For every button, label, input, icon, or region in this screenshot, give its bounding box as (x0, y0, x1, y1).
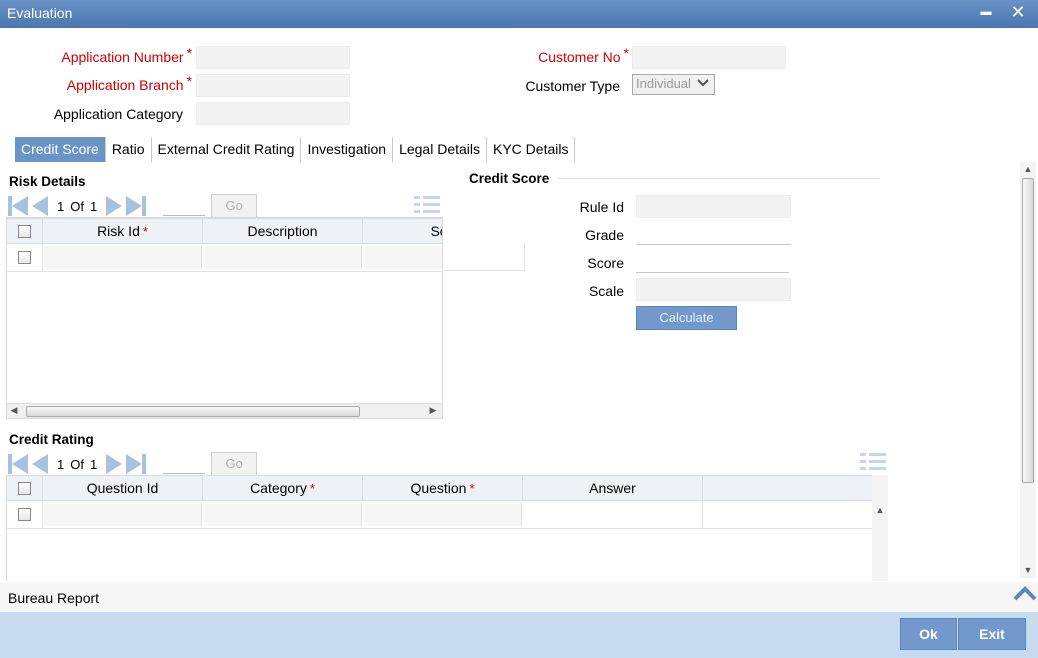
minimize-icon[interactable]: ▬ (976, 2, 996, 24)
risk-details-grid: Risk Id* Description Sco ◀ ▶ (6, 217, 443, 419)
credit-rating-title: Credit Rating (9, 432, 94, 447)
previous-page-icon[interactable] (29, 453, 51, 475)
tab-kyc-details[interactable]: KYC Details (487, 137, 576, 162)
credit-score-title: Credit Score (469, 171, 550, 186)
rule-id-label: Rule Id (579, 199, 624, 215)
section-divider (558, 178, 880, 179)
chevron-down-icon (694, 75, 712, 93)
rule-id-field[interactable] (636, 195, 791, 218)
table-row (7, 501, 872, 529)
tab-investigation[interactable]: Investigation (301, 137, 394, 162)
page-current: 1 (57, 456, 65, 472)
first-page-icon[interactable] (7, 453, 29, 475)
column-category: Category * (203, 476, 363, 500)
question-id-cell[interactable] (44, 503, 202, 526)
page-of: Of (70, 198, 84, 214)
exit-button[interactable]: Exit (958, 618, 1026, 650)
scroll-down-icon[interactable]: ▼ (1021, 565, 1035, 575)
answer-cell[interactable] (523, 501, 703, 528)
risk-details-title: Risk Details (9, 174, 86, 189)
close-icon[interactable]: ✕ (1008, 2, 1028, 24)
ok-button[interactable]: Ok (900, 618, 957, 650)
last-page-icon[interactable] (125, 195, 147, 217)
page-current: 1 (57, 198, 65, 214)
application-number-label: Application Number * (61, 45, 192, 65)
bureau-report-label[interactable]: Bureau Report (8, 590, 99, 606)
window-title-bar: Evaluation ▬ ✕ (0, 0, 1038, 28)
previous-page-icon[interactable] (29, 195, 51, 217)
window-title: Evaluation (7, 5, 73, 21)
last-page-icon[interactable] (125, 453, 147, 475)
column-score: Sco (363, 219, 442, 243)
risk-details-pager: 1 Of 1 Go (7, 193, 258, 219)
list-view-icon[interactable] (414, 196, 440, 214)
next-page-icon[interactable] (103, 453, 125, 475)
application-category-label: Application Category (53, 106, 183, 122)
tab-legal-details[interactable]: Legal Details (393, 137, 487, 162)
column-risk-id: Risk Id * (43, 219, 203, 243)
scroll-left-icon[interactable]: ◀ (7, 405, 21, 416)
expand-up-icon[interactable] (1013, 586, 1037, 602)
credit-rating-header-row: Question Id Category * Question * Answer (7, 475, 872, 501)
customer-no-label: Customer No * (538, 45, 629, 65)
score-label: Score (587, 255, 624, 271)
tab-ratio[interactable]: Ratio (106, 137, 152, 162)
risk-details-header-row: Risk Id* Description Sco (7, 218, 442, 244)
footer-bar (0, 612, 1038, 658)
page-number-input[interactable] (163, 196, 206, 216)
grade-label: Grade (585, 227, 624, 243)
scroll-right-icon[interactable]: ▶ (426, 405, 440, 416)
customer-no-field[interactable] (632, 46, 786, 69)
column-answer: Answer (523, 476, 703, 500)
customer-type-value: Individual (636, 76, 691, 91)
list-view-icon[interactable] (860, 453, 886, 471)
score-cell[interactable] (364, 246, 442, 269)
customer-type-select[interactable]: Individual (632, 74, 715, 95)
page-total: 1 (89, 456, 98, 472)
scroll-up-icon[interactable]: ▲ (1021, 164, 1035, 174)
score-field[interactable] (636, 250, 789, 273)
go-button[interactable]: Go (211, 452, 258, 476)
scroll-up-icon[interactable]: ▲ (873, 505, 887, 515)
page-of: Of (70, 456, 84, 472)
risk-id-cell[interactable] (44, 246, 202, 269)
tab-bar: Credit Score Ratio External Credit Ratin… (15, 137, 576, 162)
first-page-icon[interactable] (7, 195, 29, 217)
credit-rating-vertical-scrollbar[interactable]: ▲ (872, 475, 888, 581)
row-checkbox[interactable] (7, 244, 43, 271)
tab-external-credit-rating[interactable]: External Credit Rating (152, 137, 302, 162)
main-vertical-scrollbar[interactable]: ▲ ▼ (1020, 162, 1036, 578)
row-checkbox[interactable] (7, 501, 43, 528)
scale-field[interactable] (636, 278, 791, 301)
column-description: Description (203, 219, 363, 243)
customer-type-label: Customer Type (525, 78, 620, 94)
question-cell[interactable] (364, 503, 522, 526)
tab-credit-score[interactable]: Credit Score (15, 137, 106, 162)
horizontal-scrollbar[interactable]: ◀ ▶ (7, 403, 442, 418)
category-cell[interactable] (204, 503, 362, 526)
grade-field[interactable] (636, 222, 791, 245)
page-total: 1 (89, 198, 98, 214)
page-number-input[interactable] (163, 454, 206, 474)
select-all-checkbox[interactable] (7, 219, 43, 243)
column-question: Question * (363, 476, 523, 500)
scrollbar-thumb[interactable] (1022, 178, 1034, 483)
application-branch-field[interactable] (196, 74, 350, 97)
bureau-report-bar: Bureau Report (0, 582, 1038, 612)
application-category-field[interactable] (196, 102, 350, 125)
description-cell[interactable] (204, 246, 362, 269)
scale-label: Scale (588, 283, 624, 299)
calculate-button[interactable]: Calculate (636, 306, 737, 330)
application-branch-label: Application Branch * (66, 73, 192, 93)
go-button[interactable]: Go (211, 194, 258, 218)
next-page-icon[interactable] (103, 195, 125, 217)
risk-grid-overflow (444, 243, 525, 271)
table-row (7, 244, 442, 272)
scrollbar-thumb[interactable] (26, 406, 360, 417)
credit-rating-pager: 1 Of 1 Go (7, 451, 258, 477)
column-question-id: Question Id (43, 476, 203, 500)
select-all-checkbox[interactable] (7, 476, 43, 500)
application-number-field[interactable] (196, 46, 350, 69)
credit-rating-grid: Question Id Category * Question * Answer ▲ (6, 475, 889, 581)
